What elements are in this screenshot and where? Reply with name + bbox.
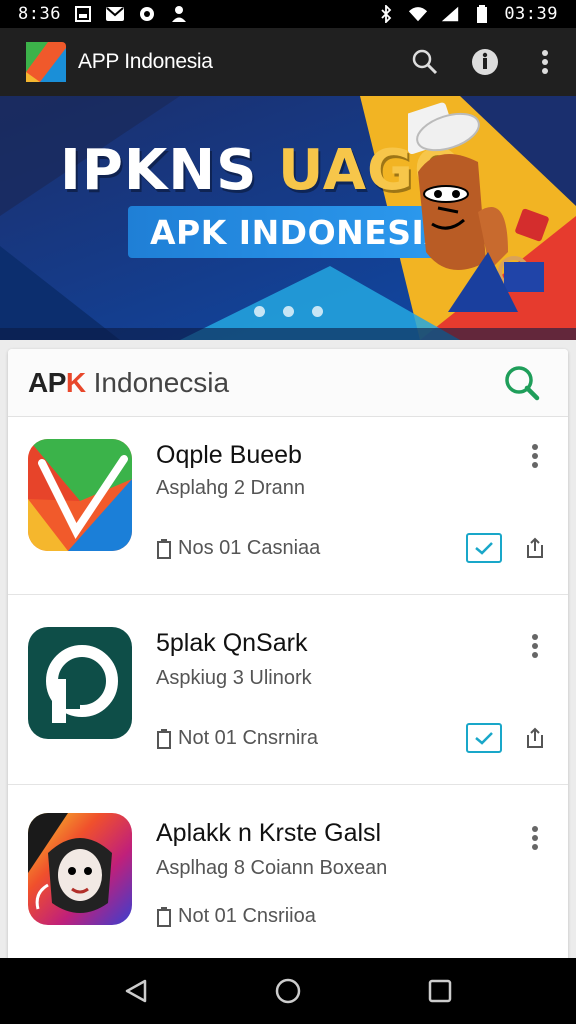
install-check-button[interactable]: [466, 533, 502, 563]
share-icon: [527, 537, 543, 558]
more-vert-icon: [542, 50, 548, 74]
more-vert-icon: [532, 444, 538, 468]
app-meta-text: Nos 01 Casniaa: [178, 537, 321, 559]
app-developer: Aspkiug 3 Ulinork: [156, 667, 312, 689]
banner-headline: IPKNS UAGO: [60, 138, 463, 203]
person-icon: [169, 5, 189, 23]
promo-banner[interactable]: IPKNS UAGO APK INDONESIA: [0, 96, 576, 340]
banner-headline-white: IPKNS: [60, 138, 278, 203]
file-icon: [157, 728, 171, 749]
app-developer: Asplahg 2 Drann: [156, 477, 305, 499]
system-nav-bar: [0, 958, 576, 1024]
search-icon: [412, 49, 438, 75]
share-icon: [527, 727, 543, 748]
brand-logo-text: APK: [28, 367, 86, 399]
app-name: Oqple Bueeb: [156, 441, 302, 469]
back-button[interactable]: [116, 971, 156, 1011]
app-meta-text: Not 01 Cnsriioa: [178, 905, 316, 927]
list-item[interactable]: Aplakk n Krste Galsl Asplhag 8 Coiann Bo…: [8, 785, 568, 969]
app-name: 5plak QnSark: [156, 629, 308, 657]
bluetooth-icon: [376, 5, 396, 23]
app-icon: [28, 439, 132, 551]
list-item[interactable]: 5plak QnSark Aspkiug 3 Ulinork Not 01 Cn…: [8, 595, 568, 785]
card-search-button[interactable]: [500, 361, 544, 405]
banner-dot[interactable]: [254, 306, 265, 317]
app-icon: [28, 627, 132, 739]
checkmark-icon: [475, 732, 493, 745]
search-button[interactable]: [410, 47, 440, 77]
app-meta: Not 01 Cnsrnira: [156, 727, 318, 750]
app-meta: Nos 01 Casniaa: [156, 537, 320, 560]
home-button[interactable]: [268, 971, 308, 1011]
info-icon: [472, 49, 498, 75]
card-header: APK Indonecsia: [8, 349, 568, 417]
app-name: Aplakk n Krste Galsl: [156, 819, 382, 847]
gallery-icon: [73, 5, 93, 23]
info-button[interactable]: [470, 47, 500, 77]
more-vert-icon: [532, 634, 538, 658]
app-icon: [28, 813, 132, 925]
banner-dot[interactable]: [312, 306, 323, 317]
item-overflow-button[interactable]: [520, 823, 550, 853]
home-icon: [275, 978, 301, 1004]
item-overflow-button[interactable]: [520, 631, 550, 661]
banner-dot[interactable]: [283, 306, 294, 317]
mascot-illustration: [408, 102, 549, 312]
banner-pager: [254, 306, 323, 317]
recents-icon: [428, 979, 452, 1003]
file-icon: [157, 906, 171, 927]
item-overflow-button[interactable]: [520, 441, 550, 471]
share-button[interactable]: [520, 723, 550, 753]
status-time: 8:36: [18, 4, 61, 24]
app-list-card: APK Indonecsia Oqple Bueeb Asplahg 2 Dra…: [8, 349, 568, 969]
status-clock: 03:39: [504, 4, 558, 24]
search-icon: [505, 365, 540, 400]
app-meta: Not 01 Cnsriioa: [156, 905, 316, 928]
settings-icon: [137, 5, 157, 23]
file-icon: [157, 538, 171, 559]
brand-k-letter: K: [65, 366, 86, 398]
app-logo-icon: [26, 42, 66, 82]
app-bar: APP Indonesia: [0, 28, 576, 96]
overflow-menu-button[interactable]: [530, 47, 560, 77]
wifi-icon: [408, 5, 428, 23]
brand-apk-text: AP: [28, 366, 66, 398]
more-vert-icon: [532, 826, 538, 850]
recents-button[interactable]: [420, 971, 460, 1011]
signal-icon: [440, 5, 460, 23]
app-title: APP Indonesia: [78, 50, 213, 73]
list-item[interactable]: Oqple Bueeb Asplahg 2 Drann Nos 01 Casni…: [8, 417, 568, 595]
back-icon: [125, 979, 147, 1003]
checkmark-icon: [475, 542, 493, 555]
app-meta-text: Not 01 Cnsrnira: [178, 727, 319, 749]
battery-icon: [472, 5, 492, 23]
install-check-button[interactable]: [466, 723, 502, 753]
share-button[interactable]: [520, 533, 550, 563]
mail-icon: [105, 5, 125, 23]
brand-name: Indonecsia: [93, 366, 230, 398]
app-developer: Asplhag 8 Coiann Boxean: [156, 857, 388, 879]
status-bar: 8:36 03:39: [0, 0, 576, 28]
